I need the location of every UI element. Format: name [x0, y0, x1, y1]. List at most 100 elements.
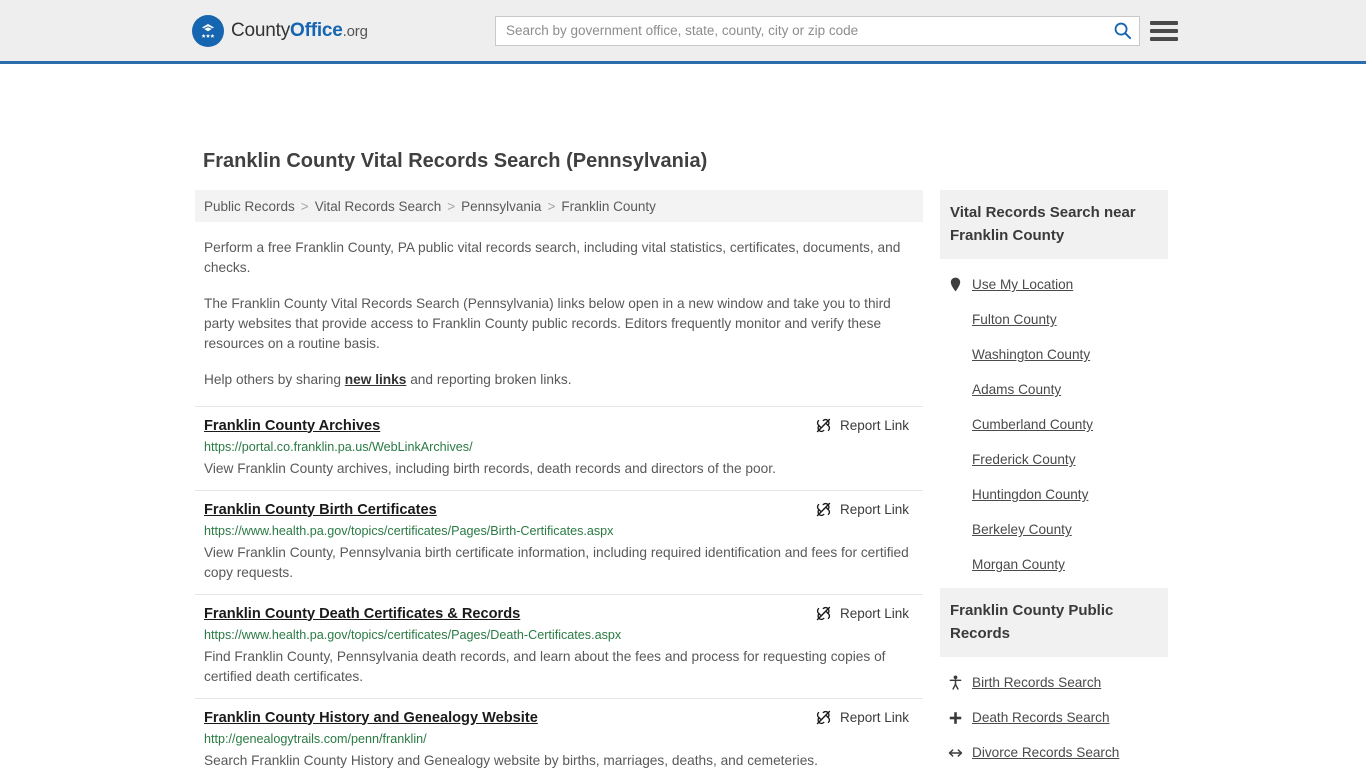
logo-text-org: .org: [342, 22, 368, 40]
result-description: View Franklin County archives, including…: [204, 461, 776, 476]
breadcrumb-item-pennsylvania[interactable]: Pennsylvania: [461, 199, 541, 214]
result-title-link[interactable]: Franklin County Death Certificates & Rec…: [204, 606, 520, 622]
result-item: Franklin County History and Genealogy We…: [195, 698, 923, 768]
list-item-use-my-location[interactable]: Use My Location: [940, 267, 1168, 302]
intro-paragraph-3: Help others by sharing new links and rep…: [195, 370, 923, 390]
left-right-arrow-icon: [948, 747, 963, 759]
list-spacer: [940, 657, 1168, 665]
result-item: Franklin County Death Certificates & Rec…: [195, 594, 923, 698]
death-records-search-link[interactable]: Death Records Search: [972, 710, 1110, 725]
report-link-button[interactable]: Report Link: [815, 605, 914, 622]
list-item-county[interactable]: Cumberland County: [940, 407, 1168, 442]
list-item-divorce-records[interactable]: Divorce Records Search: [940, 735, 1168, 768]
breadcrumb-item-franklin-county[interactable]: Franklin County: [561, 199, 656, 214]
result-title-link[interactable]: Franklin County History and Genealogy We…: [204, 710, 538, 726]
intro-section: Perform a free Franklin County, PA publi…: [195, 238, 923, 390]
broken-link-icon: [816, 710, 831, 725]
report-link-label: Report Link: [839, 418, 909, 433]
search-button[interactable]: [1105, 17, 1139, 45]
site-logo[interactable]: CountyOffice.org: [192, 14, 368, 47]
list-item-county[interactable]: Washington County: [940, 337, 1168, 372]
result-description: Find Franklin County, Pennsylvania death…: [204, 649, 886, 684]
breadcrumb-separator: >: [300, 198, 309, 214]
logo-text-county: County: [231, 19, 291, 41]
public-records-panel-heading: Franklin County Public Records: [940, 588, 1168, 657]
result-header: Franklin County Archives Report Link: [204, 417, 914, 434]
use-my-location-link[interactable]: Use My Location: [972, 277, 1073, 292]
county-link-fulton[interactable]: Fulton County: [972, 312, 1057, 327]
result-description: View Franklin County, Pennsylvania birth…: [204, 545, 909, 580]
new-links-link[interactable]: new links: [345, 372, 407, 387]
search-bar[interactable]: [495, 15, 1140, 46]
nearby-panel-heading: Vital Records Search near Franklin Count…: [940, 190, 1168, 259]
result-url: http://genealogytrails.com/penn/franklin…: [204, 732, 427, 746]
report-link-button[interactable]: Report Link: [815, 501, 914, 518]
report-link-label: Report Link: [839, 710, 909, 725]
map-pin-icon: [948, 277, 963, 292]
search-input[interactable]: [496, 16, 1105, 45]
result-header: Franklin County History and Genealogy We…: [204, 709, 914, 726]
site-header: CountyOffice.org: [0, 0, 1366, 64]
result-header: Franklin County Birth Certificates Repor…: [204, 501, 914, 518]
divorce-records-search-link[interactable]: Divorce Records Search: [972, 745, 1119, 760]
county-link-washington[interactable]: Washington County: [972, 347, 1090, 362]
public-records-panel: Franklin County Public Records Birth Rec…: [940, 588, 1168, 768]
cross-icon: [948, 711, 963, 725]
county-link-berkeley[interactable]: Berkeley County: [972, 522, 1072, 537]
page-body: Franklin County Vital Records Search (Pe…: [0, 64, 1366, 768]
list-spacer: [940, 259, 1168, 267]
hamburger-menu-icon[interactable]: [1150, 20, 1178, 41]
report-link-label: Report Link: [839, 502, 909, 517]
hamburger-bar-2: [1150, 28, 1178, 33]
intro-paragraph-2: The Franklin County Vital Records Search…: [204, 296, 891, 351]
broken-link-icon: [816, 502, 831, 517]
breadcrumb: Public Records > Vital Records Search > …: [195, 190, 923, 222]
result-description: Search Franklin County History and Genea…: [204, 753, 818, 768]
result-header: Franklin County Death Certificates & Rec…: [204, 605, 914, 622]
results-list: Franklin County Archives Report Link htt…: [195, 406, 923, 768]
hamburger-bar-3: [1150, 36, 1178, 41]
result-title-link[interactable]: Franklin County Birth Certificates: [204, 502, 437, 518]
intro-paragraph-3-before: Help others by sharing: [204, 372, 345, 387]
result-item: Franklin County Archives Report Link htt…: [195, 406, 923, 490]
list-item-county[interactable]: Frederick County: [940, 442, 1168, 477]
eagle-emblem-icon: [192, 14, 224, 47]
county-link-cumberland[interactable]: Cumberland County: [972, 417, 1093, 432]
birth-records-search-link[interactable]: Birth Records Search: [972, 675, 1101, 690]
broken-link-icon: [816, 606, 831, 621]
list-item-county[interactable]: Morgan County: [940, 547, 1168, 582]
result-url: https://www.health.pa.gov/topics/certifi…: [204, 524, 614, 538]
baby-icon: [948, 675, 963, 690]
report-link-button[interactable]: Report Link: [815, 417, 914, 434]
hamburger-bar-1: [1150, 20, 1178, 25]
main-content: Public Records > Vital Records Search > …: [195, 190, 923, 768]
result-url: https://www.health.pa.gov/topics/certifi…: [204, 628, 622, 642]
breadcrumb-item-vital-records-search[interactable]: Vital Records Search: [315, 199, 442, 214]
report-link-button[interactable]: Report Link: [815, 709, 914, 726]
list-item-county[interactable]: Adams County: [940, 372, 1168, 407]
logo-text-office: Office: [290, 19, 343, 41]
county-link-frederick[interactable]: Frederick County: [972, 452, 1076, 467]
result-url: https://portal.co.franklin.pa.us/WebLink…: [204, 440, 473, 454]
list-item-death-records[interactable]: Death Records Search: [940, 700, 1168, 735]
nearby-county-list: Use My Location Fulton County Washington…: [940, 259, 1168, 582]
logo-text: CountyOffice.org: [231, 20, 368, 42]
county-link-morgan[interactable]: Morgan County: [972, 557, 1065, 572]
intro-paragraph-3-after: and reporting broken links.: [406, 372, 572, 387]
intro-paragraph-1: Perform a free Franklin County, PA publi…: [204, 240, 901, 275]
sidebar: Vital Records Search near Franklin Count…: [940, 190, 1168, 768]
result-title-link[interactable]: Franklin County Archives: [204, 418, 380, 434]
page-title: Franklin County Vital Records Search (Pe…: [203, 150, 708, 172]
breadcrumb-item-public-records[interactable]: Public Records: [204, 199, 295, 214]
county-link-huntingdon[interactable]: Huntingdon County: [972, 487, 1088, 502]
public-records-list: Birth Records Search Death Records Searc…: [940, 657, 1168, 768]
county-link-adams[interactable]: Adams County: [972, 382, 1061, 397]
list-item-county[interactable]: Berkeley County: [940, 512, 1168, 547]
breadcrumb-separator: >: [547, 198, 556, 214]
search-icon: [1114, 22, 1131, 40]
list-item-birth-records[interactable]: Birth Records Search: [940, 665, 1168, 700]
report-link-label: Report Link: [839, 606, 909, 621]
list-item-county[interactable]: Huntingdon County: [940, 477, 1168, 512]
nearby-vital-records-panel: Vital Records Search near Franklin Count…: [940, 190, 1168, 582]
list-item-county[interactable]: Fulton County: [940, 302, 1168, 337]
